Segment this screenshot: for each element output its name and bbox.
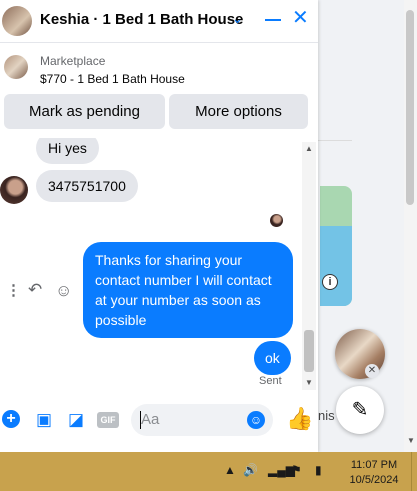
action-center-flag-icon[interactable]: ⚑ [291,463,302,477]
thumbs-up-icon[interactable]: 👍 [286,406,313,432]
chevron-down-icon[interactable]: ⌄ [232,11,243,27]
message-bubble-outgoing: Thanks for sharing your contact number I… [83,242,293,338]
text-caret [140,411,141,429]
message-composer: + ▣ ◪ GIF Aa ☺ 👍 [0,400,318,442]
seen-indicator-avatar [270,214,283,227]
react-emoji-icon[interactable]: ☺ [55,281,72,301]
close-icon[interactable]: ✕ [292,8,309,28]
clock-time: 11:07 PM [350,459,398,471]
scroll-down-arrow-icon[interactable]: ▼ [407,436,415,445]
message-list: Hi yes 3475751700 ⋮ ↶ ☺ Thanks for shari… [0,138,318,393]
close-icon[interactable]: ✕ [365,364,379,378]
gif-button[interactable]: GIF [97,412,119,428]
taskbar: ▲ 🔊 ▂▄▆ ⚑ ▮ 11:07 PM 10/5/2024 [0,452,417,491]
chat-header: Keshia · 1 Bed 1 Bath House ⌄ ✕ [0,0,318,43]
map-preview[interactable]: i [320,186,352,306]
listing-thumbnail [4,55,28,79]
sender-avatar [0,176,28,204]
message-bubble-outgoing: ok [254,341,291,375]
scroll-down-arrow-icon[interactable]: ▼ [305,378,313,387]
listing-title: $770 - 1 Bed 1 Bath House [40,72,185,86]
emoji-icon[interactable]: ☺ [247,411,265,429]
new-message-button[interactable]: ✎ [336,386,384,434]
listing-source: Marketplace [40,54,106,68]
show-hidden-icons-icon[interactable]: ▲ [224,463,236,477]
listing-info[interactable]: Marketplace $770 - 1 Bed 1 Bath House [0,44,318,92]
system-clock[interactable]: 11:07 PM 10/5/2024 [348,458,400,488]
volume-icon[interactable]: 🔊 [243,463,258,477]
show-desktop-button[interactable] [411,452,417,491]
mark-as-pending-button[interactable]: Mark as pending [4,94,165,129]
more-dots-icon[interactable]: ⋮ [6,281,21,299]
plus-icon[interactable]: + [2,410,20,428]
page-scrollbar-thumb[interactable] [406,10,414,205]
chat-title[interactable]: Keshia · 1 Bed 1 Bath House [40,11,243,28]
chat-head-avatar[interactable]: ✕ [335,329,385,379]
more-options-button[interactable]: More options [169,94,308,129]
message-bubble-incoming: 3475751700 [36,170,138,202]
message-status: Sent [259,375,282,387]
clock-date: 10/5/2024 [349,474,399,486]
message-bubble-incoming: Hi yes [36,138,99,164]
avatar[interactable] [2,6,32,36]
sticker-icon[interactable]: ◪ [66,410,86,430]
scroll-up-arrow-icon[interactable]: ▲ [305,144,313,153]
reply-icon[interactable]: ↶ [28,280,42,300]
chat-window: Keshia · 1 Bed 1 Bath House ⌄ ✕ Marketpl… [0,0,318,452]
page-scrollbar[interactable]: ▼ [404,0,417,452]
photo-icon[interactable]: ▣ [34,410,54,430]
message-scrollbar-thumb[interactable] [304,330,314,372]
message-input-placeholder: Aa [141,411,160,428]
background-partial-text: nis [318,408,335,423]
battery-icon[interactable]: ▮ [315,463,322,477]
message-scrollbar[interactable]: ▲ ▼ [302,142,316,390]
background-divider [318,140,352,141]
map-water [320,226,352,306]
minimize-icon[interactable] [265,19,281,21]
info-icon[interactable]: i [322,274,338,290]
message-actions: ⋮ ↶ ☺ [2,280,82,301]
